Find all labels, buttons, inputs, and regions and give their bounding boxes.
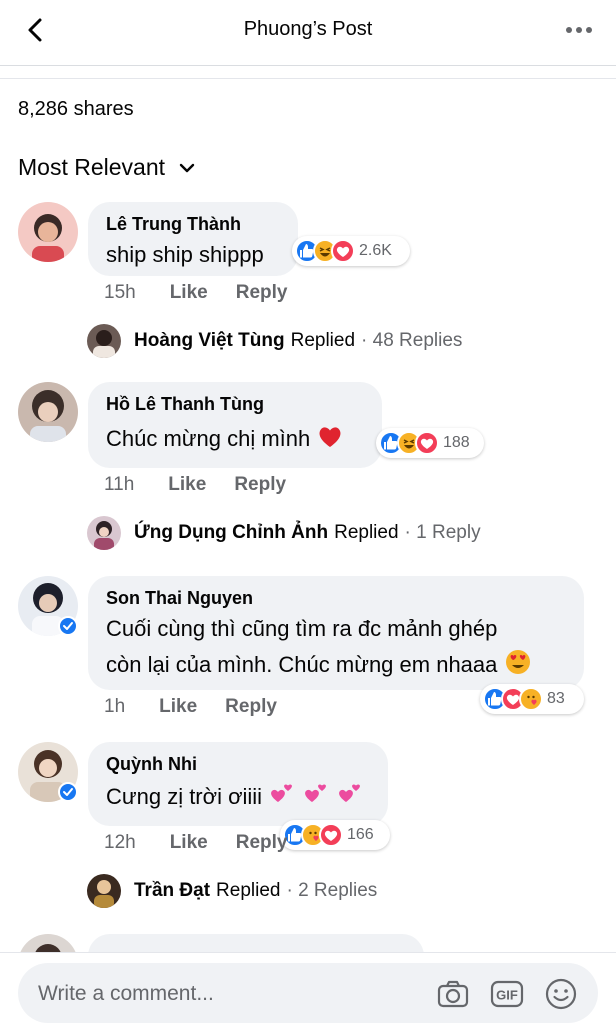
avatar[interactable] (87, 516, 121, 550)
commenter-name[interactable]: Quỳnh Nhi (106, 753, 370, 775)
reaction-summary[interactable]: 2.6K (292, 236, 410, 266)
comment-bubble[interactable]: Lê Trung Thành ship ship shippp (88, 202, 298, 276)
reaction-summary[interactable]: 188 (376, 428, 484, 458)
like-button[interactable]: Like (159, 696, 197, 718)
commenter-name[interactable]: Hồ Lê Thanh Tùng (106, 393, 364, 415)
comment-actions: 15h Like Reply (104, 282, 287, 304)
more-options-icon[interactable] (564, 18, 594, 42)
replied-label: Replied (334, 522, 399, 543)
care-icon (519, 687, 543, 711)
avatar[interactable] (87, 874, 121, 908)
reply-author: Trần Đạt (134, 880, 211, 901)
reaction-count: 83 (547, 690, 565, 707)
two-hearts-icon (305, 784, 327, 802)
comment-bubble[interactable]: Hồ Lê Thanh Tùng Chúc mừng chị mình (88, 382, 382, 468)
reply-author: Hoàng Việt Tùng (134, 330, 285, 351)
like-button[interactable]: Like (170, 832, 208, 854)
divider (0, 78, 616, 79)
comment-bubble[interactable]: Quỳnh Nhi Cưng zị trời ơiiii (88, 742, 388, 826)
gif-icon[interactable]: GIF (490, 977, 524, 1011)
love-icon (331, 239, 355, 263)
like-button[interactable]: Like (170, 282, 208, 304)
reply-count: · 1 Reply (404, 522, 481, 543)
comment-composer: Write a comment... GIF (0, 952, 616, 1024)
view-replies-link[interactable]: Trần Đạt Replied · 2 Replies (134, 880, 377, 902)
gif-label: GIF (496, 988, 518, 1003)
view-replies-link[interactable]: Hoàng Việt Tùng Replied · 48 Replies (134, 330, 462, 352)
comment-text: Cưng zị trời ơiiii (106, 784, 263, 809)
reaction-summary[interactable]: 166 (280, 820, 390, 850)
reaction-count: 188 (443, 434, 470, 451)
comment-text: Cuối cùng thì cũng tìm ra đc mảnh ghép (106, 616, 498, 641)
reaction-count: 166 (347, 826, 374, 843)
two-hearts-icon (339, 784, 361, 802)
avatar[interactable] (87, 324, 121, 358)
verified-badge-icon (58, 782, 78, 802)
red-heart-icon (319, 427, 341, 447)
replied-label: Replied (290, 330, 356, 351)
comment-text: còn lại của mình. Chúc mừng em nhaaa (106, 652, 498, 677)
comment-text: ship ship shippp (106, 242, 264, 267)
reply-author: Ứng Dụng Chỉnh Ảnh (134, 522, 329, 543)
reply-count: · 48 Replies (361, 330, 463, 351)
commenter-name[interactable]: Son Thai Nguyen (106, 587, 566, 609)
sort-label: Most Relevant (18, 154, 166, 180)
camera-icon[interactable] (436, 977, 470, 1011)
reaction-summary[interactable]: 83 (480, 684, 584, 714)
comment-bubble[interactable]: Son Thai Nguyen Cuối cùng thì cũng tìm r… (88, 576, 584, 690)
sticker-emoji-icon[interactable] (544, 977, 578, 1011)
sort-dropdown[interactable]: Most Relevant (18, 154, 197, 181)
reply-button[interactable]: Reply (236, 832, 288, 854)
reply-button[interactable]: Reply (234, 474, 286, 496)
love-icon (415, 431, 439, 455)
like-button[interactable]: Like (168, 474, 206, 496)
page-title: Phuong’s Post (243, 18, 373, 40)
replied-label: Replied (216, 880, 281, 901)
chevron-down-icon (179, 163, 195, 172)
comment-text: Chúc mừng chị mình (106, 426, 311, 451)
top-bar: Phuong’s Post (0, 0, 616, 66)
comment-input[interactable]: Write a comment... GIF (18, 963, 598, 1023)
view-replies-link[interactable]: Ứng Dụng Chỉnh Ảnh Replied · 1 Reply (134, 522, 481, 544)
comment-time: 12h (104, 832, 136, 853)
avatar[interactable] (18, 382, 78, 442)
commenter-name[interactable]: Lê Trung Thành (106, 213, 280, 235)
avatar[interactable] (18, 202, 78, 262)
reply-button[interactable]: Reply (225, 696, 277, 718)
verified-badge-icon (58, 616, 78, 636)
comment-placeholder: Write a comment... (38, 982, 214, 1005)
comment-time: 11h (104, 474, 135, 495)
reaction-count: 2.6K (359, 242, 392, 259)
comment-actions: 12h Like Reply (104, 832, 287, 854)
comment-time: 1h (104, 696, 126, 717)
comment-actions: 1h Like Reply (104, 696, 277, 718)
heart-eyes-icon (505, 650, 530, 674)
shares-count[interactable]: 8,286 shares (18, 98, 134, 121)
love-icon (319, 823, 343, 847)
two-hearts-icon (271, 784, 293, 802)
reply-count: · 2 Replies (286, 880, 378, 901)
reply-button[interactable]: Reply (236, 282, 288, 304)
comment-time: 15h (104, 282, 136, 303)
comment-actions: 11h Like Reply (104, 474, 286, 496)
